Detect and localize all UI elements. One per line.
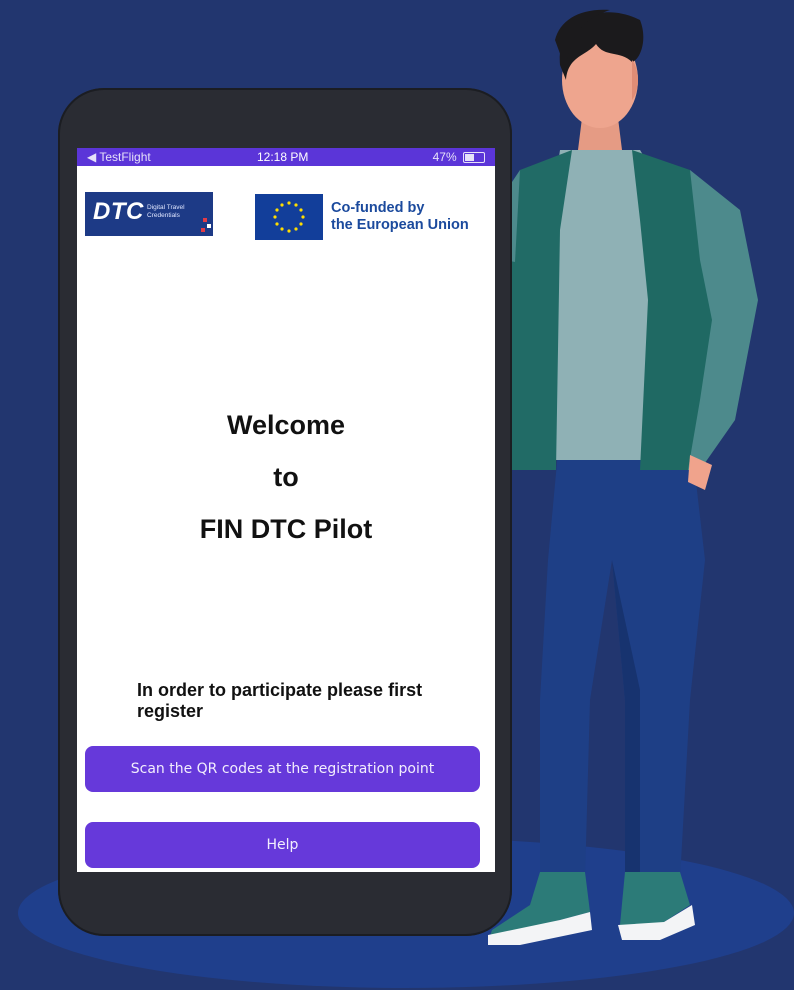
- dtc-logo-pixel: [207, 224, 211, 228]
- back-to-testflight[interactable]: ◀ TestFlight: [87, 148, 151, 166]
- dtc-logo-subtitle: Digital Travel Credentials: [147, 204, 185, 220]
- status-time: 12:18 PM: [257, 150, 309, 164]
- dtc-logo-pixel: [203, 218, 207, 222]
- eu-flag-icon: [255, 194, 323, 240]
- welcome-line-2: to: [273, 462, 299, 492]
- dtc-logo-mark: DTC: [93, 198, 144, 225]
- status-bar: ◀ TestFlight 12:18 PM 47%: [77, 148, 495, 166]
- eu-text-line2: the European Union: [331, 217, 469, 233]
- register-instructions: In order to participate please first reg…: [137, 680, 423, 721]
- phone-screen: ◀ TestFlight 12:18 PM 47% DTC Digital Tr…: [77, 148, 495, 872]
- scan-qr-button[interactable]: Scan the QR codes at the registration po…: [85, 746, 480, 792]
- welcome-line-1: Welcome: [226, 410, 346, 440]
- battery-indicator: 47%: [433, 148, 485, 166]
- welcome-line-3: FIN DTC Pilot: [199, 514, 373, 544]
- dtc-logo: DTC Digital Travel Credentials: [85, 192, 213, 236]
- battery-icon: [463, 152, 485, 164]
- dtc-subtitle-line2: Credentials: [147, 212, 180, 219]
- eu-cofunded-text: Co-funded by the European Union: [331, 200, 469, 234]
- dtc-subtitle-line1: Digital Travel: [147, 204, 185, 211]
- help-button[interactable]: Help: [85, 822, 480, 868]
- battery-percent: 47%: [432, 150, 457, 164]
- illustration-stage: ◀ TestFlight 12:18 PM 47% DTC Digital Tr…: [0, 0, 794, 990]
- dtc-logo-pixel: [201, 228, 205, 232]
- eu-text-line1: Co-funded by: [331, 200, 425, 216]
